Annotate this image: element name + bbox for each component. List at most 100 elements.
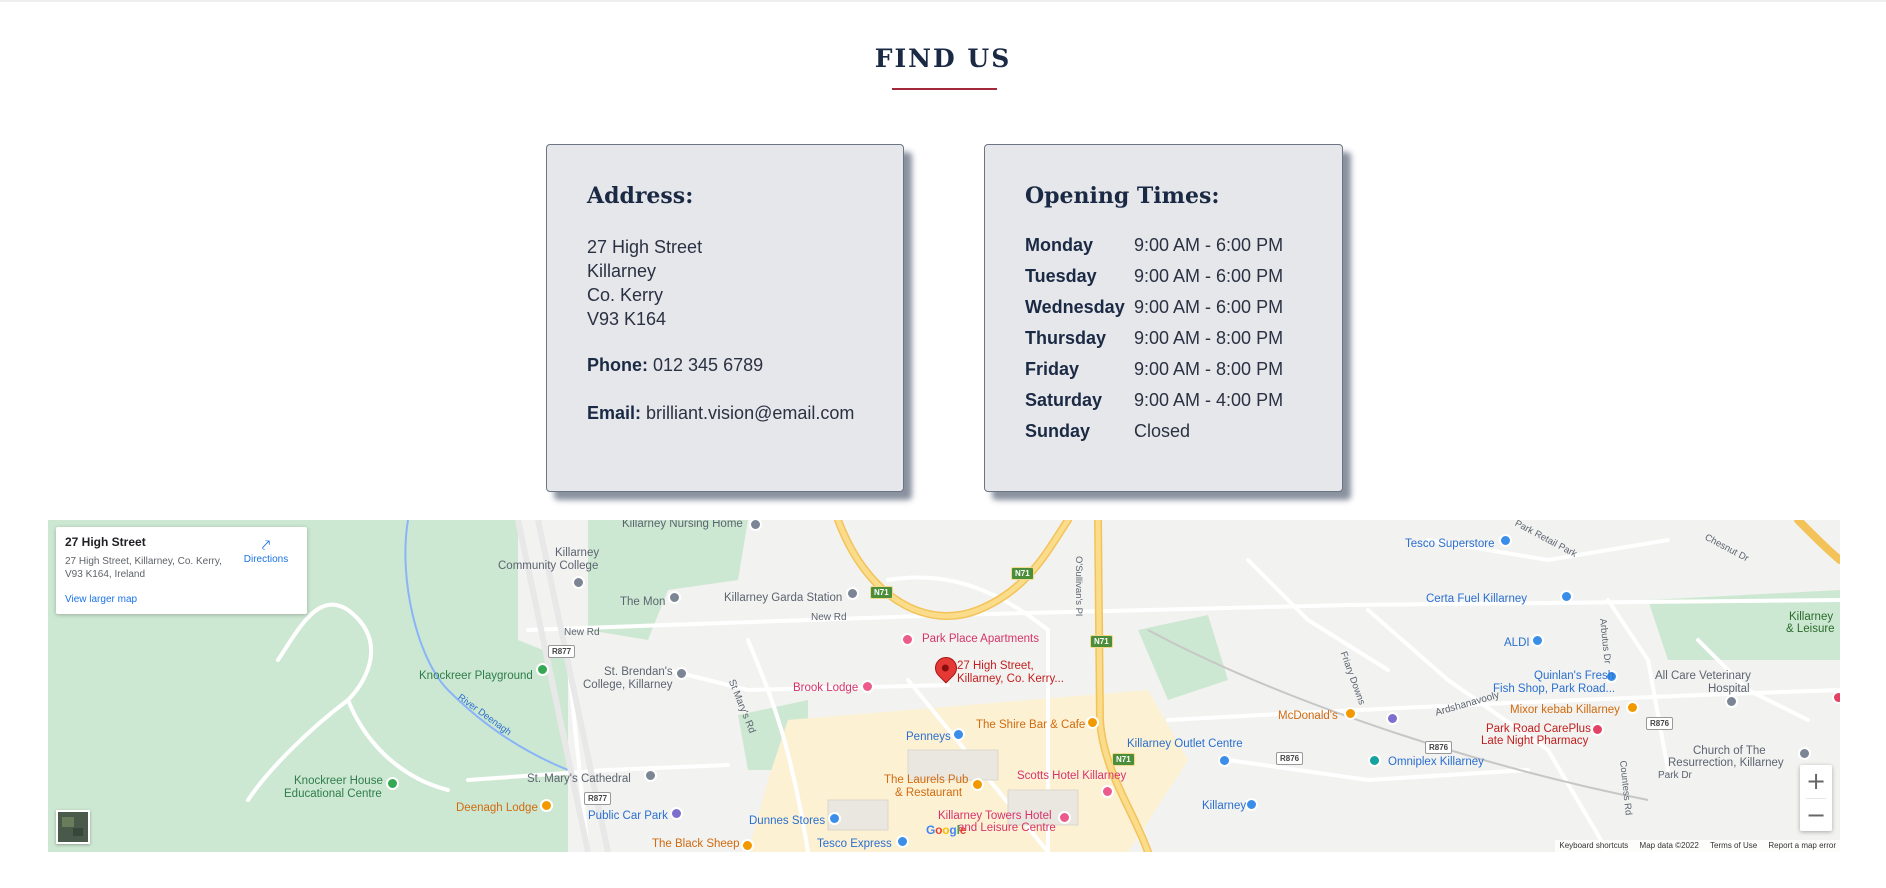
poi-pin-icon[interactable] [861, 680, 874, 693]
map-label: Tesco Express [817, 838, 892, 850]
road-badge: R876 [1425, 741, 1453, 754]
map-label: Mixor kebab Killarney [1510, 704, 1620, 716]
info-title: 27 High Street [65, 535, 146, 549]
email-row: Email: brilliant.vision@email.com [587, 403, 854, 424]
poi-pin-icon[interactable] [644, 769, 657, 782]
zoom-in-button[interactable]: + [1800, 765, 1832, 797]
marker-label-line2: Killarney, Co. Kerry... [957, 673, 1064, 685]
poi-pin-icon[interactable] [1591, 723, 1604, 736]
hours-day: Friday [1025, 359, 1080, 379]
poi-pin-icon[interactable] [1058, 811, 1071, 824]
poi-pin-icon[interactable] [675, 667, 688, 680]
info-address: 27 High Street, Killarney, Co. Kerry, V9… [65, 556, 222, 580]
poi-pin-icon[interactable] [1725, 695, 1738, 708]
map-label: Killarney [1202, 800, 1247, 812]
map-label: New Rd [811, 612, 847, 623]
map-label: ALDI [1504, 637, 1530, 649]
poi-pin-icon[interactable] [1386, 712, 1399, 725]
title-underline [892, 88, 997, 90]
address-title: Address: [587, 183, 694, 209]
opening-times-card: Opening Times: Monday 9:00 AM - 6:00 PM T… [984, 144, 1343, 492]
map-label: Brook Lodge [793, 682, 859, 694]
poi-pin-icon[interactable] [828, 812, 841, 825]
poi-pin-icon[interactable] [572, 576, 585, 589]
poi-pin-icon[interactable] [1499, 534, 1512, 547]
map-data-text: Map data ©2022 [1639, 841, 1699, 850]
terms-of-use-link[interactable]: Terms of Use [1710, 841, 1757, 850]
hours-day: Saturday [1025, 390, 1103, 410]
map-label: Park Road CarePlus [1486, 723, 1591, 735]
poi-pin-icon[interactable] [1368, 754, 1381, 767]
map-label: St. Mary's Cathedral [527, 773, 631, 785]
map-label: McDonald's [1278, 710, 1338, 722]
map-label: and Leisure Centre [958, 822, 1056, 834]
poi-pin-icon[interactable] [952, 728, 965, 741]
poi-pin-icon[interactable] [1531, 634, 1544, 647]
poi-pin-icon[interactable] [386, 777, 399, 790]
poi-pin-icon[interactable] [1344, 707, 1357, 720]
satellite-toggle-button[interactable] [56, 810, 90, 844]
map-label: Educational Centre [284, 788, 382, 800]
embedded-map[interactable]: 27 High Street 27 High Street, Killarney… [48, 520, 1840, 852]
top-divider [0, 0, 1886, 2]
poi-pin-icon[interactable] [1560, 590, 1573, 603]
poi-pin-icon[interactable] [971, 778, 984, 791]
view-larger-map-link[interactable]: View larger map [65, 594, 137, 605]
poi-pin-icon[interactable] [1086, 716, 1099, 729]
poi-pin-icon[interactable] [1101, 785, 1114, 798]
hours-time: 9:00 AM - 8:00 PM [1134, 328, 1284, 348]
hours-time: 9:00 AM - 4:00 PM [1134, 390, 1284, 410]
map-label: Killarney Nursing Home [622, 520, 743, 530]
address-line: V93 K164 [587, 309, 667, 329]
hours-time: 9:00 AM - 6:00 PM [1134, 235, 1284, 255]
poi-pin-icon[interactable] [741, 839, 754, 852]
report-error-link[interactable]: Report a map error [1768, 841, 1836, 850]
hours-row: Thursday 9:00 AM - 8:00 PM [1025, 328, 1315, 359]
google-logo: Google [926, 823, 967, 837]
poi-pin-icon[interactable] [536, 663, 549, 676]
map-label: Killarney Outlet Centre [1127, 738, 1243, 750]
hours-day: Tuesday [1025, 266, 1097, 286]
map-label: Omniplex Killarney [1388, 756, 1484, 768]
poi-pin-icon[interactable] [670, 807, 683, 820]
poi-pin-icon[interactable] [896, 835, 909, 848]
map-label: Killarney [1789, 611, 1834, 623]
address-line: Co. Kerry [587, 285, 664, 305]
poi-pin-icon[interactable] [668, 591, 681, 604]
email-label: Email: [587, 403, 642, 423]
map-label: & Restaurant [895, 787, 963, 799]
road-badge: N71 [870, 586, 893, 599]
road-badge: R877 [584, 792, 612, 805]
map-label: Dunnes Stores [749, 815, 826, 827]
section-title: FIND US [874, 44, 1012, 73]
poi-pin-icon[interactable] [901, 633, 914, 646]
phone-number: 012 345 6789 [653, 355, 764, 375]
hours-day: Sunday [1025, 421, 1091, 441]
map-label: Penneys [906, 731, 951, 743]
hours-time: 9:00 AM - 6:00 PM [1134, 266, 1284, 286]
poi-pin-icon[interactable] [540, 799, 553, 812]
address-line: 27 High Street [587, 237, 703, 257]
hours-row: Sunday Closed [1025, 421, 1315, 452]
poi-pin-icon[interactable] [1798, 747, 1811, 760]
park-area [1138, 615, 1228, 700]
map-label: St. Brendan's [604, 666, 673, 678]
directions-icon: ⤤ [261, 537, 271, 554]
road-badge: N71 [1090, 635, 1113, 648]
road-badge: N71 [1011, 567, 1034, 580]
poi-pin-icon[interactable] [1245, 798, 1258, 811]
zoom-out-button[interactable]: − [1800, 799, 1832, 831]
map-attribution: Keyboard shortcuts Map data ©2022 Terms … [1555, 840, 1840, 852]
map-label: Resurrection, Killarney [1668, 757, 1784, 769]
poi-pin-icon[interactable] [1218, 754, 1231, 767]
map-label: Certa Fuel Killarney [1426, 593, 1527, 605]
map-label: Park Place Apartments [922, 633, 1039, 645]
poi-pin-icon[interactable] [846, 587, 859, 600]
keyboard-shortcuts-link[interactable]: Keyboard shortcuts [1559, 841, 1628, 850]
map-label: & Leisure [1786, 623, 1835, 635]
road-badge: R876 [1646, 717, 1674, 730]
poi-pin-icon[interactable] [1626, 701, 1639, 714]
map-label: Hospital [1708, 683, 1750, 695]
directions-button[interactable]: ⤤ Directions [231, 537, 301, 565]
poi-pin-icon[interactable] [1832, 691, 1840, 704]
